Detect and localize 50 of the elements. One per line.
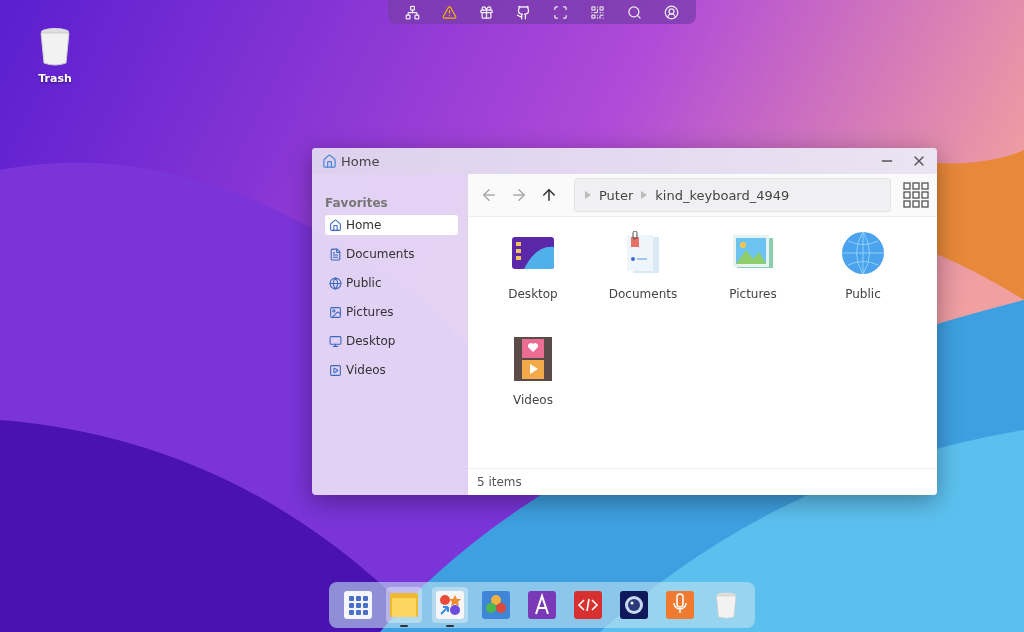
file-name[interactable]: Public (845, 287, 881, 301)
globe-icon (842, 232, 884, 274)
globe-icon (329, 276, 342, 290)
document-icon (329, 247, 342, 261)
path-segment[interactable]: kind_keyboard_4949 (655, 187, 790, 203)
warning-icon[interactable] (442, 4, 457, 20)
code-icon[interactable] (574, 591, 602, 619)
file-name[interactable]: Desktop (508, 287, 558, 301)
home-icon (329, 218, 342, 232)
fullscreen-icon[interactable] (553, 4, 568, 20)
sidebar-item[interactable]: Home (325, 215, 458, 235)
sidebar-item[interactable]: Documents (325, 244, 458, 264)
qr-code-icon[interactable] (590, 4, 605, 20)
user-icon[interactable] (664, 4, 679, 20)
trash-icon[interactable] (39, 26, 71, 66)
file-name[interactable]: Videos (513, 393, 553, 407)
chevron-icon (641, 191, 648, 199)
running-indicator (400, 625, 408, 627)
github-icon[interactable] (516, 4, 531, 20)
running-indicator (446, 625, 454, 627)
film-icon (514, 337, 552, 381)
letter-icon[interactable] (528, 591, 556, 619)
network-icon[interactable] (405, 4, 420, 20)
microphone-icon[interactable] (666, 591, 694, 619)
sidebar-item[interactable]: Videos (325, 360, 458, 380)
view-toggle-button[interactable] (903, 182, 929, 208)
item-count: 5 items (477, 475, 522, 489)
monitor-icon (329, 334, 342, 348)
window-title: Home (341, 153, 381, 169)
sidebar-item[interactable]: Public (325, 273, 458, 293)
video-icon (329, 363, 342, 377)
file-name[interactable]: Pictures (729, 287, 777, 301)
image-icon (329, 305, 342, 319)
search-icon[interactable] (627, 4, 642, 20)
sidebar-heading: Favorites (325, 196, 389, 210)
folder-icon (512, 237, 554, 269)
path-segment[interactable]: Puter (599, 187, 634, 203)
home-icon (322, 153, 337, 169)
icon-label[interactable]: Trash (38, 72, 72, 85)
sidebar-item[interactable]: Desktop (325, 331, 458, 351)
chevron-icon (585, 191, 591, 199)
document-icon (625, 231, 661, 275)
sidebar-item[interactable]: Pictures (325, 302, 458, 322)
file-name[interactable]: Documents (608, 287, 678, 301)
gift-icon[interactable] (479, 4, 494, 20)
shapes-icon[interactable] (436, 591, 464, 619)
app-grid-icon[interactable] (344, 591, 372, 619)
picture-icon (733, 235, 773, 271)
up-button[interactable] (540, 186, 558, 204)
camera-icon[interactable] (620, 591, 648, 619)
